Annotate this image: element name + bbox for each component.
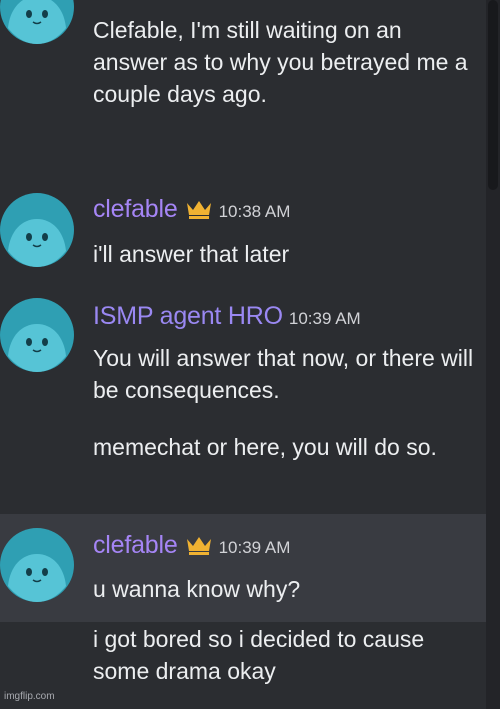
message-group: ISMP agent HRO 10:39 AM You will answer … <box>0 290 486 512</box>
avatar[interactable] <box>0 193 74 267</box>
crown-icon <box>185 535 213 555</box>
message-text: i'll answer that later <box>93 241 290 267</box>
chat-message-list: Clefable, I'm still waiting on an answer… <box>0 0 500 709</box>
message-text: memechat or here, you will do so. <box>93 434 437 460</box>
message-header: clefable 10:39 AM <box>93 531 290 561</box>
message-header: clefable 10:38 AM <box>93 195 290 225</box>
author-name[interactable]: clefable <box>93 195 178 224</box>
message-text: i got bored so i decided to cause some d… <box>93 626 431 684</box>
scrollbar-track[interactable] <box>486 0 500 709</box>
message-header: ISMP agent HRO 10:39 AM <box>93 302 361 332</box>
author-name[interactable]: clefable <box>93 531 178 560</box>
watermark: imgflip.com <box>4 691 55 702</box>
avatar[interactable] <box>0 0 74 44</box>
timestamp: 10:38 AM <box>218 202 291 221</box>
avatar[interactable] <box>0 528 74 602</box>
message-text: u wanna know why? <box>93 576 301 602</box>
message-text: You will answer that now, or there will … <box>93 345 480 403</box>
message-group: clefable 10:38 AM i'll answer that later <box>0 185 486 280</box>
message-group: Clefable, I'm still waiting on an answer… <box>0 0 486 180</box>
message-group: clefable 10:39 AM u wanna know why? <box>0 514 486 622</box>
scrollbar-thumb[interactable] <box>488 0 498 190</box>
crown-icon <box>185 199 213 219</box>
timestamp: 10:39 AM <box>288 309 361 328</box>
timestamp: 10:39 AM <box>218 538 291 557</box>
author-name[interactable]: ISMP agent HRO <box>93 302 283 331</box>
message-text: Clefable, I'm still waiting on an answer… <box>93 17 474 107</box>
avatar[interactable] <box>0 298 74 372</box>
